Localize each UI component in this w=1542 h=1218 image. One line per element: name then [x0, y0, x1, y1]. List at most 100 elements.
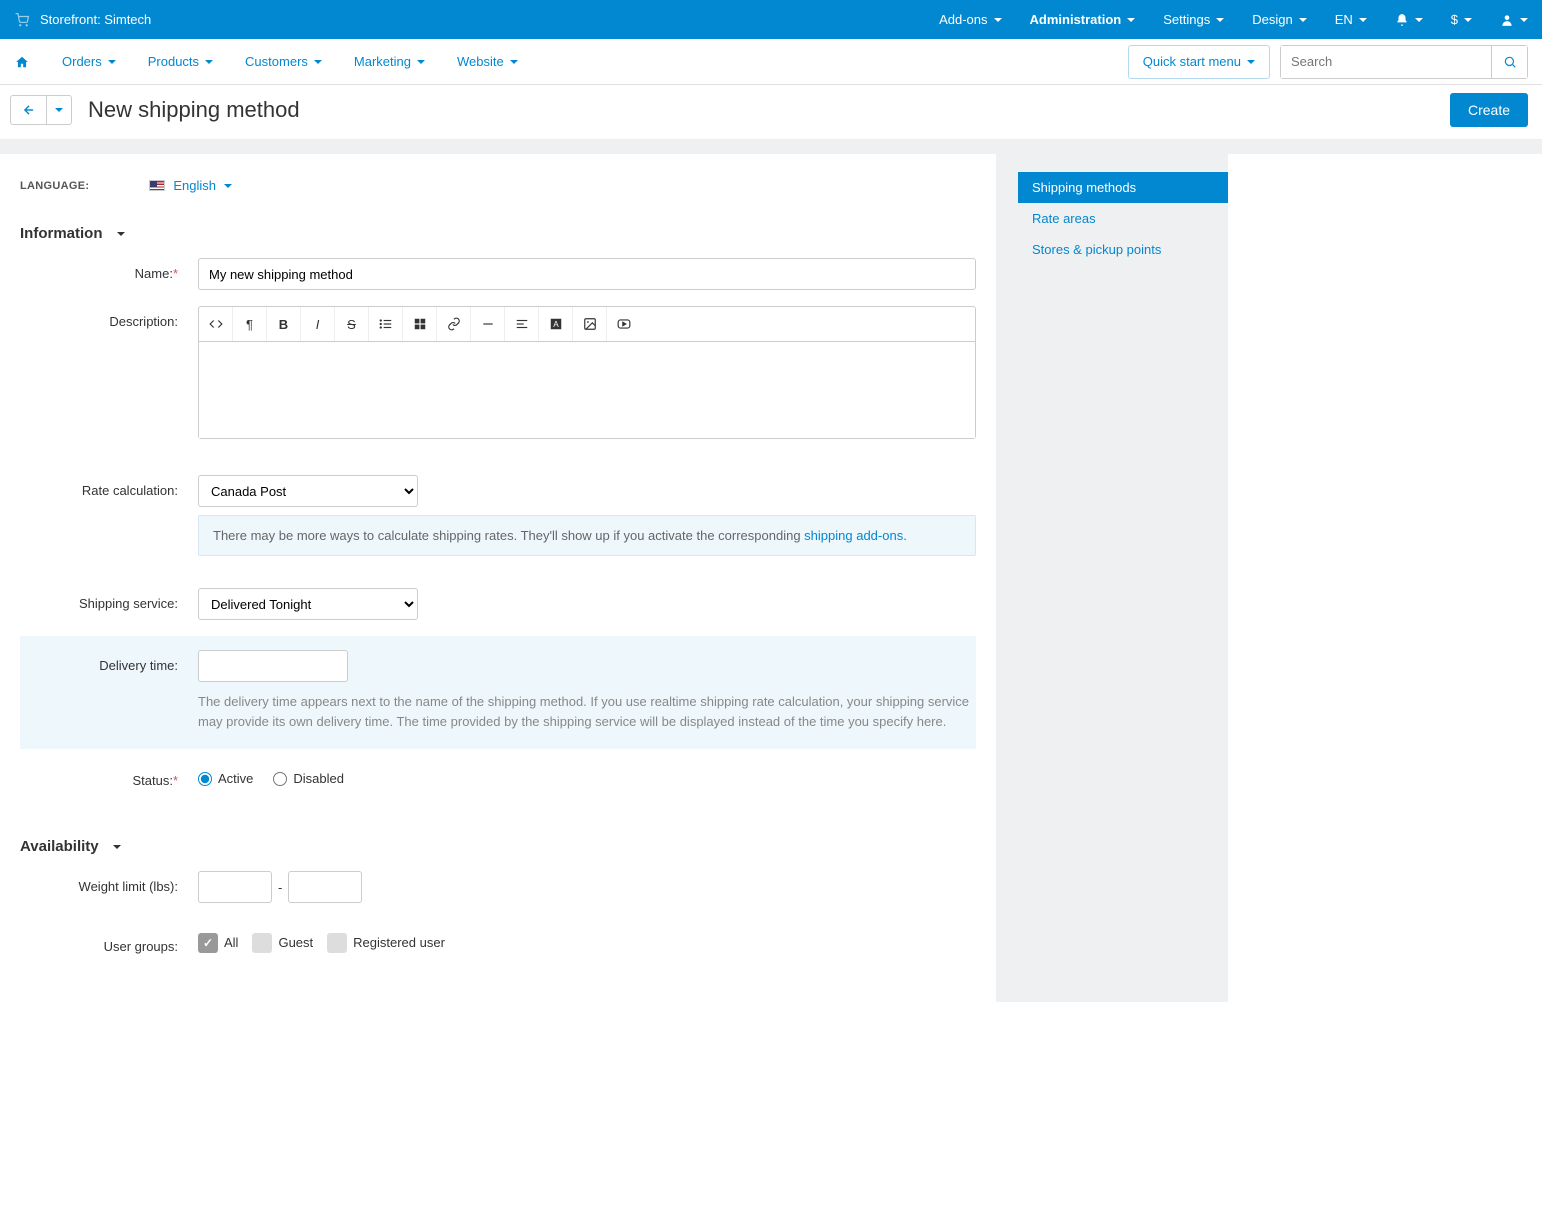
nav-customers[interactable]: Customers: [245, 54, 322, 69]
nav-notifications[interactable]: [1395, 13, 1423, 27]
back-button-group: [10, 95, 72, 125]
check-all[interactable]: [198, 933, 218, 953]
back-button[interactable]: [11, 96, 47, 124]
caret-icon: [1359, 18, 1367, 22]
row-status: Status:* Active Disabled: [0, 757, 976, 796]
storefront-label[interactable]: Storefront: Simtech: [40, 12, 151, 27]
separator: [0, 140, 1542, 154]
section-availability[interactable]: Availability: [0, 830, 976, 863]
weight-label: Weight limit (lbs):: [0, 871, 198, 903]
name-input[interactable]: [198, 258, 976, 290]
language-row: LANGUAGE: English: [0, 178, 976, 217]
caret-icon: [224, 184, 232, 188]
main-panel: LANGUAGE: English Information Name:* Des…: [0, 154, 996, 1002]
svg-text:A: A: [553, 320, 559, 329]
topbar: Storefront: Simtech Add-ons Administrati…: [0, 0, 1542, 39]
name-label: Name:*: [0, 258, 198, 290]
language-selector[interactable]: English: [149, 178, 232, 193]
weight-min-input[interactable]: [198, 871, 272, 903]
status-label: Status:*: [0, 765, 198, 788]
nav-website[interactable]: Website: [457, 54, 518, 69]
align-icon[interactable]: [505, 307, 539, 341]
image-icon[interactable]: [573, 307, 607, 341]
row-rate-calc: Rate calculation: Canada Post There may …: [0, 467, 976, 564]
shipping-service-label: Shipping service:: [0, 588, 198, 620]
navbar: Orders Products Customers Marketing Webs…: [0, 39, 1542, 85]
nav-currency[interactable]: $: [1451, 12, 1472, 27]
description-label: Description:: [0, 306, 198, 439]
list-icon[interactable]: [369, 307, 403, 341]
caret-icon: [417, 60, 425, 64]
status-disabled[interactable]: Disabled: [273, 771, 344, 786]
link-icon[interactable]: [437, 307, 471, 341]
language-label: LANGUAGE:: [20, 180, 89, 192]
nav-products[interactable]: Products: [148, 54, 213, 69]
editor-toolbar: ¶ B I S A: [199, 307, 975, 342]
back-dropdown[interactable]: [47, 96, 71, 124]
caret-icon: [113, 845, 121, 849]
check-registered[interactable]: [327, 933, 347, 953]
row-description: Description: ¶ B I S A: [0, 298, 976, 447]
nav-user[interactable]: [1500, 13, 1528, 27]
cart-icon: [14, 12, 30, 28]
caret-icon: [1520, 18, 1528, 22]
home-icon[interactable]: [14, 54, 30, 70]
caret-icon: [1415, 18, 1423, 22]
gap: [996, 154, 1018, 1002]
us-flag-icon: [149, 180, 165, 191]
right-panel: Shipping methods Rate areas Stores & pic…: [1018, 154, 1228, 1002]
user-icon: [1500, 13, 1514, 27]
row-delivery-time: Delivery time: The delivery time appears…: [20, 636, 976, 749]
create-button[interactable]: Create: [1450, 93, 1528, 127]
rate-calc-select[interactable]: Canada Post: [198, 475, 418, 507]
shipping-service-select[interactable]: Delivered Tonight: [198, 588, 418, 620]
hr-icon[interactable]: [471, 307, 505, 341]
nav-marketing[interactable]: Marketing: [354, 54, 425, 69]
weight-separator: -: [278, 880, 282, 895]
row-usergroups: User groups: All Guest Registered user: [0, 923, 976, 962]
delivery-time-input[interactable]: [198, 650, 348, 682]
nav-addons[interactable]: Add-ons: [939, 12, 1001, 27]
code-icon[interactable]: [199, 307, 233, 341]
caret-icon: [314, 60, 322, 64]
editor-textarea[interactable]: [199, 342, 975, 438]
rnav-stores-pickup[interactable]: Stores & pickup points: [1018, 234, 1228, 265]
rnav-rate-areas[interactable]: Rate areas: [1018, 203, 1228, 234]
caret-icon: [1127, 18, 1135, 22]
font-bg-icon[interactable]: A: [539, 307, 573, 341]
weight-max-input[interactable]: [288, 871, 362, 903]
arrow-left-icon: [22, 103, 36, 117]
shipping-addons-link[interactable]: shipping add-ons: [804, 528, 903, 543]
rich-editor: ¶ B I S A: [198, 306, 976, 439]
section-information[interactable]: Information: [0, 217, 976, 250]
italic-icon[interactable]: I: [301, 307, 335, 341]
row-shipping-service: Shipping service: Delivered Tonight: [0, 580, 976, 628]
page-header: New shipping method Create: [0, 85, 1542, 140]
status-active[interactable]: Active: [198, 771, 253, 786]
caret-icon: [1216, 18, 1224, 22]
caret-icon: [1299, 18, 1307, 22]
ug-guest-label: Guest: [278, 935, 313, 950]
nav-administration[interactable]: Administration: [1030, 12, 1136, 27]
caret-icon: [55, 108, 63, 112]
table-icon[interactable]: [403, 307, 437, 341]
rate-calc-note: There may be more ways to calculate ship…: [198, 515, 976, 556]
video-icon[interactable]: [607, 307, 641, 341]
pilcrow-icon[interactable]: ¶: [233, 307, 267, 341]
nav-language[interactable]: EN: [1335, 12, 1367, 27]
search-icon: [1503, 55, 1517, 69]
quick-start-button[interactable]: Quick start menu: [1128, 45, 1270, 79]
caret-icon: [205, 60, 213, 64]
nav-settings[interactable]: Settings: [1163, 12, 1224, 27]
bell-icon: [1395, 13, 1409, 27]
nav-orders[interactable]: Orders: [62, 54, 116, 69]
search-input[interactable]: [1281, 46, 1491, 78]
row-name: Name:*: [0, 250, 976, 298]
rnav-shipping-methods[interactable]: Shipping methods: [1018, 172, 1228, 203]
row-weight: Weight limit (lbs): -: [0, 863, 976, 911]
search-button[interactable]: [1491, 46, 1527, 78]
strike-icon[interactable]: S: [335, 307, 369, 341]
bold-icon[interactable]: B: [267, 307, 301, 341]
check-guest[interactable]: [252, 933, 272, 953]
nav-design[interactable]: Design: [1252, 12, 1306, 27]
